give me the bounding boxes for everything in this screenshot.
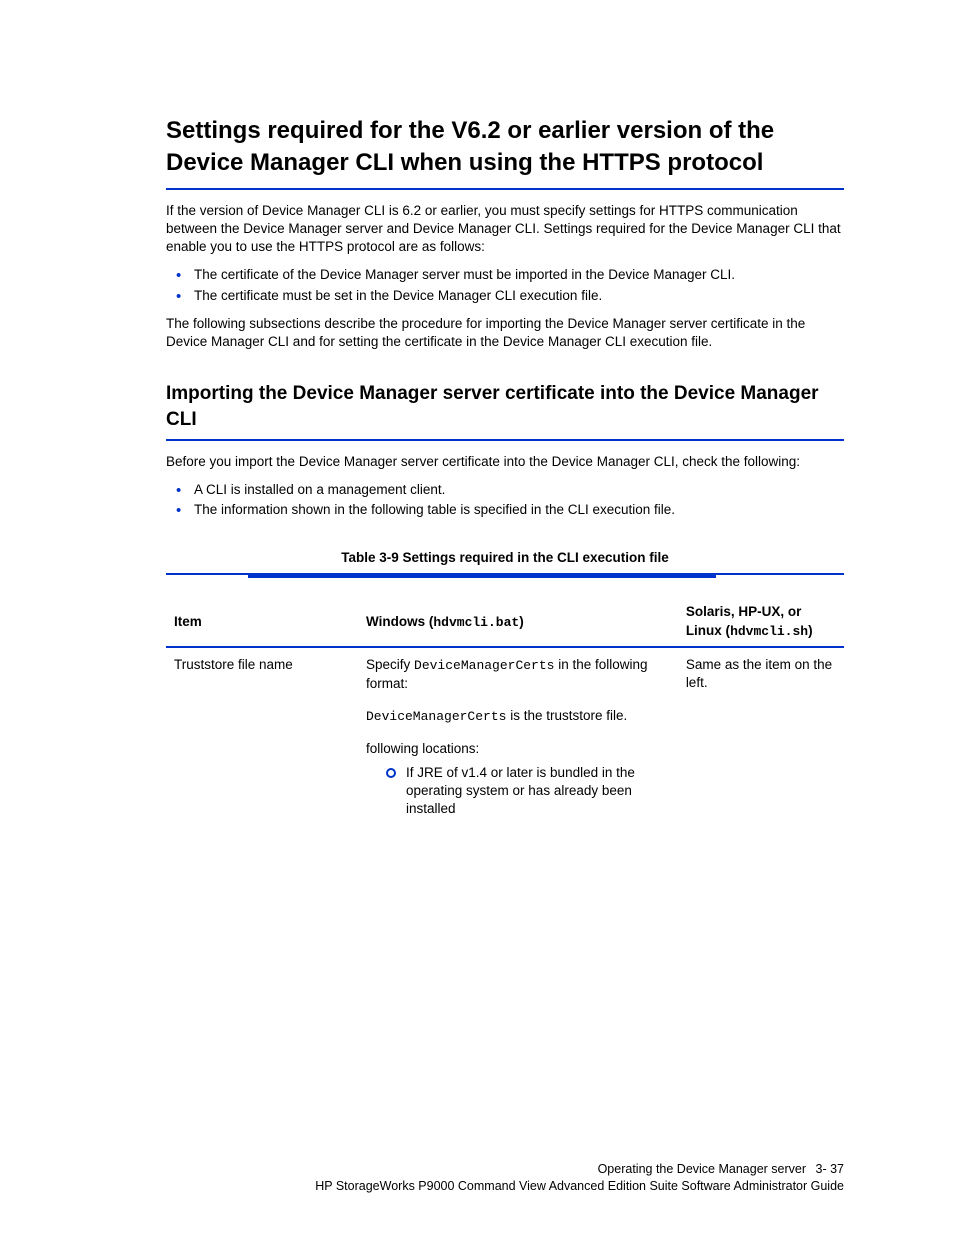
bullet-cert-imported: The certificate of the Device Manager se… [176, 266, 844, 284]
section1-paragraph-2: The following subsections describe the p… [166, 315, 844, 351]
bullet-cert-set: The certificate must be set in the Devic… [176, 287, 844, 305]
table-row: Truststore file name Specify DeviceManag… [166, 647, 844, 830]
cell-text-specify-format: Specify [366, 657, 414, 672]
footer-page-number: 3- 37 [816, 1161, 845, 1178]
cell-text-truststore-file: is the truststore file. [510, 708, 627, 723]
settings-table: Item Windows (hdvmcli.bat) Solaris, HP-U… [166, 597, 844, 830]
section1-paragraph-1: If the version of Device Manager CLI is … [166, 202, 844, 257]
cell-solaris-details: Same as the item on the left. [678, 647, 844, 830]
table-caption: Table 3-9 Settings required in the CLI e… [341, 550, 669, 565]
footer-title: Operating the Device Manager server [598, 1162, 806, 1176]
col-item: Item [166, 597, 358, 647]
subsection-heading-importing-cert: Importing the Device Manager server cert… [166, 381, 844, 432]
table-top-rule [166, 573, 844, 579]
code-bat: hdvmcli.bat [433, 615, 519, 630]
code-devicemanagercerts-1: DeviceManagerCerts [414, 658, 554, 673]
cell-item-truststore: Truststore file name [166, 647, 358, 830]
code-sh: hdvmcli.sh [730, 624, 808, 639]
rule-under-heading-2 [166, 439, 844, 441]
page-footer: Operating the Device Manager server 3- 3… [315, 1161, 844, 1195]
col-windows: Windows (hdvmcli.bat) [358, 597, 678, 647]
sub1-bullet-list: A CLI is installed on a management clien… [176, 481, 844, 519]
col-solaris: Solaris, HP-UX, or Linux (hdvmcli.sh) [678, 597, 844, 647]
section-heading-https-settings: Settings required for the V6.2 or earlie… [166, 115, 844, 180]
section1-bullet-list: The certificate of the Device Manager se… [176, 266, 844, 304]
nested-bullet-list: If JRE of v1.4 or later is bundled in th… [386, 764, 670, 819]
cell-text-following-locations: following locations: [366, 741, 479, 756]
cell-windows-details: Specify DeviceManagerCerts in the follow… [358, 647, 678, 830]
bullet-cli-installed: A CLI is installed on a management clien… [176, 481, 844, 499]
sub1-paragraph-1: Before you import the Device Manager ser… [166, 453, 844, 471]
bullet-info-specified: The information shown in the following t… [176, 501, 844, 519]
table-header-row: Item Windows (hdvmcli.bat) Solaris, HP-U… [166, 597, 844, 647]
code-devicemanagercerts-2: DeviceManagerCerts [366, 709, 506, 724]
footer-doc-title: HP StorageWorks P9000 Command View Advan… [315, 1179, 844, 1193]
rule-under-heading-1 [166, 188, 844, 190]
nested-bullet-jre: If JRE of v1.4 or later is bundled in th… [386, 764, 670, 819]
